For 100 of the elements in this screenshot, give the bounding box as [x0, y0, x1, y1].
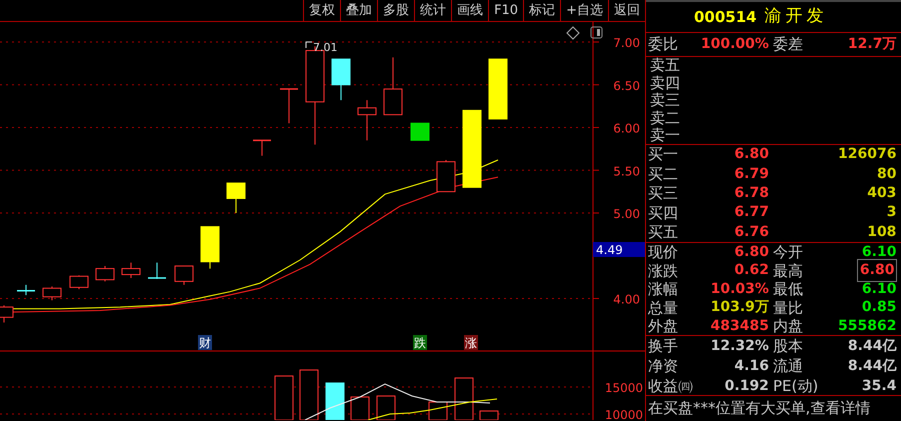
- bid-price: 6.80: [734, 145, 769, 164]
- field-label: 今开: [772, 242, 803, 263]
- candlestick: [17, 284, 35, 296]
- field-label: 外盘: [648, 316, 678, 337]
- field-label: 涨幅: [648, 279, 678, 300]
- ask-level-label: 卖一: [650, 127, 681, 144]
- ask-level-label: 卖四: [650, 74, 681, 92]
- stock-code: 000514: [694, 6, 757, 28]
- field-label: 最高: [772, 260, 803, 282]
- price-axis-label: 6.50: [613, 78, 640, 93]
- high-marker-icon: [306, 42, 312, 48]
- field-value: 0.62: [734, 261, 769, 280]
- field-value: 100.00%: [700, 35, 769, 54]
- candlestick: [70, 274, 88, 290]
- bid-volume: 126076: [838, 145, 896, 164]
- field-label: 总量: [648, 298, 678, 318]
- candlestick: [174, 266, 194, 286]
- bid-price: 6.78: [734, 184, 769, 203]
- bid-level-label: 买一: [648, 144, 678, 166]
- field-label: 换手: [648, 336, 678, 357]
- event-mark[interactable]: 财: [199, 336, 211, 350]
- field-value: 6.80: [858, 260, 896, 282]
- candlestick: [42, 286, 62, 301]
- candlestick: [436, 160, 456, 192]
- field-label: 净资: [648, 356, 678, 377]
- field-value: 6.80: [734, 242, 769, 262]
- field-label: 现价: [648, 242, 678, 263]
- field-label: 委差: [772, 34, 803, 56]
- volume-bar: [480, 410, 498, 420]
- candlestick: [410, 122, 430, 141]
- volume-bar: [350, 396, 370, 420]
- candlestick: [358, 100, 376, 141]
- bid-volume: 403: [867, 184, 896, 203]
- candlestick: [332, 58, 350, 101]
- bid-price: 6.79: [734, 164, 769, 184]
- field-value: 8.44亿: [848, 336, 896, 356]
- volume-axis-label: 10000: [604, 408, 643, 420]
- field-value: 0.85: [862, 298, 896, 318]
- bid-price: 6.76: [734, 222, 769, 242]
- price-axis-label: 7.00: [613, 36, 640, 50]
- field-label: 量比: [772, 298, 803, 318]
- candlestick: [122, 262, 140, 278]
- panel-toggle-icon[interactable]: [590, 26, 602, 38]
- field-label: 股本: [772, 336, 803, 357]
- price-axis-label: 5.50: [613, 164, 640, 178]
- alert-message[interactable]: 在买盘***位置有大买单,查看详情: [646, 397, 872, 420]
- candlestick: [280, 88, 298, 124]
- bid-price: 6.77: [734, 203, 769, 222]
- field-value: 6.10: [862, 280, 896, 299]
- stock-name: 渝开发: [764, 5, 828, 28]
- current-price-tag: [593, 242, 645, 257]
- candlestick: [253, 140, 271, 156]
- field-value: 555862: [838, 316, 896, 336]
- candlestick: [148, 262, 166, 280]
- field-label: 内盘: [772, 316, 803, 337]
- price-axis-label: 4.00: [613, 292, 640, 306]
- field-value: 483485: [710, 316, 769, 336]
- candlestick: [226, 182, 246, 214]
- volume-bar: [376, 396, 396, 420]
- volume-bar: [326, 382, 344, 420]
- diamond-icon[interactable]: [566, 26, 580, 40]
- volume-axis-label: 15000: [604, 381, 643, 395]
- field-value: 6.10: [862, 242, 896, 262]
- volume-bar: [454, 378, 474, 420]
- bid-level-label: 买三: [648, 183, 678, 204]
- field-label: 收益㈣: [648, 376, 693, 397]
- candlestick: [96, 266, 114, 282]
- field-value: 4.16: [734, 356, 769, 376]
- event-mark[interactable]: 涨: [465, 336, 477, 350]
- volume-bar: [300, 370, 318, 420]
- field-label: 涨跌: [648, 260, 678, 282]
- field-value: 12.32%: [710, 336, 769, 356]
- current-price-label: 4.49: [596, 243, 623, 257]
- field-value: 35.4: [862, 376, 896, 396]
- bid-volume: 108: [867, 222, 896, 242]
- field-value: 10.03%: [710, 280, 769, 299]
- field-value: 103.9万: [710, 298, 769, 318]
- ask-level-label: 卖二: [650, 110, 681, 127]
- bid-volume: 80: [876, 164, 896, 184]
- bid-level-label: 买四: [648, 202, 678, 224]
- field-label: PE(动): [772, 376, 818, 397]
- volume-bar: [274, 376, 294, 420]
- candlestick: [0, 304, 14, 323]
- field-value: 12.7万: [848, 35, 896, 54]
- price-axis-label: 5.00: [613, 207, 640, 221]
- ask-level-label: 卖五: [650, 57, 681, 74]
- field-label: 最低: [772, 279, 803, 300]
- price-axis-label: 6.00: [613, 122, 640, 136]
- field-value: 0.192: [724, 376, 769, 396]
- candlestick: [200, 226, 220, 270]
- event-mark[interactable]: 跌: [414, 336, 426, 350]
- field-value: 8.44亿: [848, 356, 896, 376]
- candlestick: [384, 56, 402, 116]
- field-label: 流通: [772, 356, 803, 377]
- high-price-label: 7.01: [313, 41, 338, 54]
- bid-volume: 3: [886, 203, 896, 222]
- volume-bar: [428, 402, 448, 420]
- field-label: 委比: [648, 34, 678, 56]
- bid-level-label: 买五: [648, 222, 678, 244]
- candlestick: [488, 58, 508, 120]
